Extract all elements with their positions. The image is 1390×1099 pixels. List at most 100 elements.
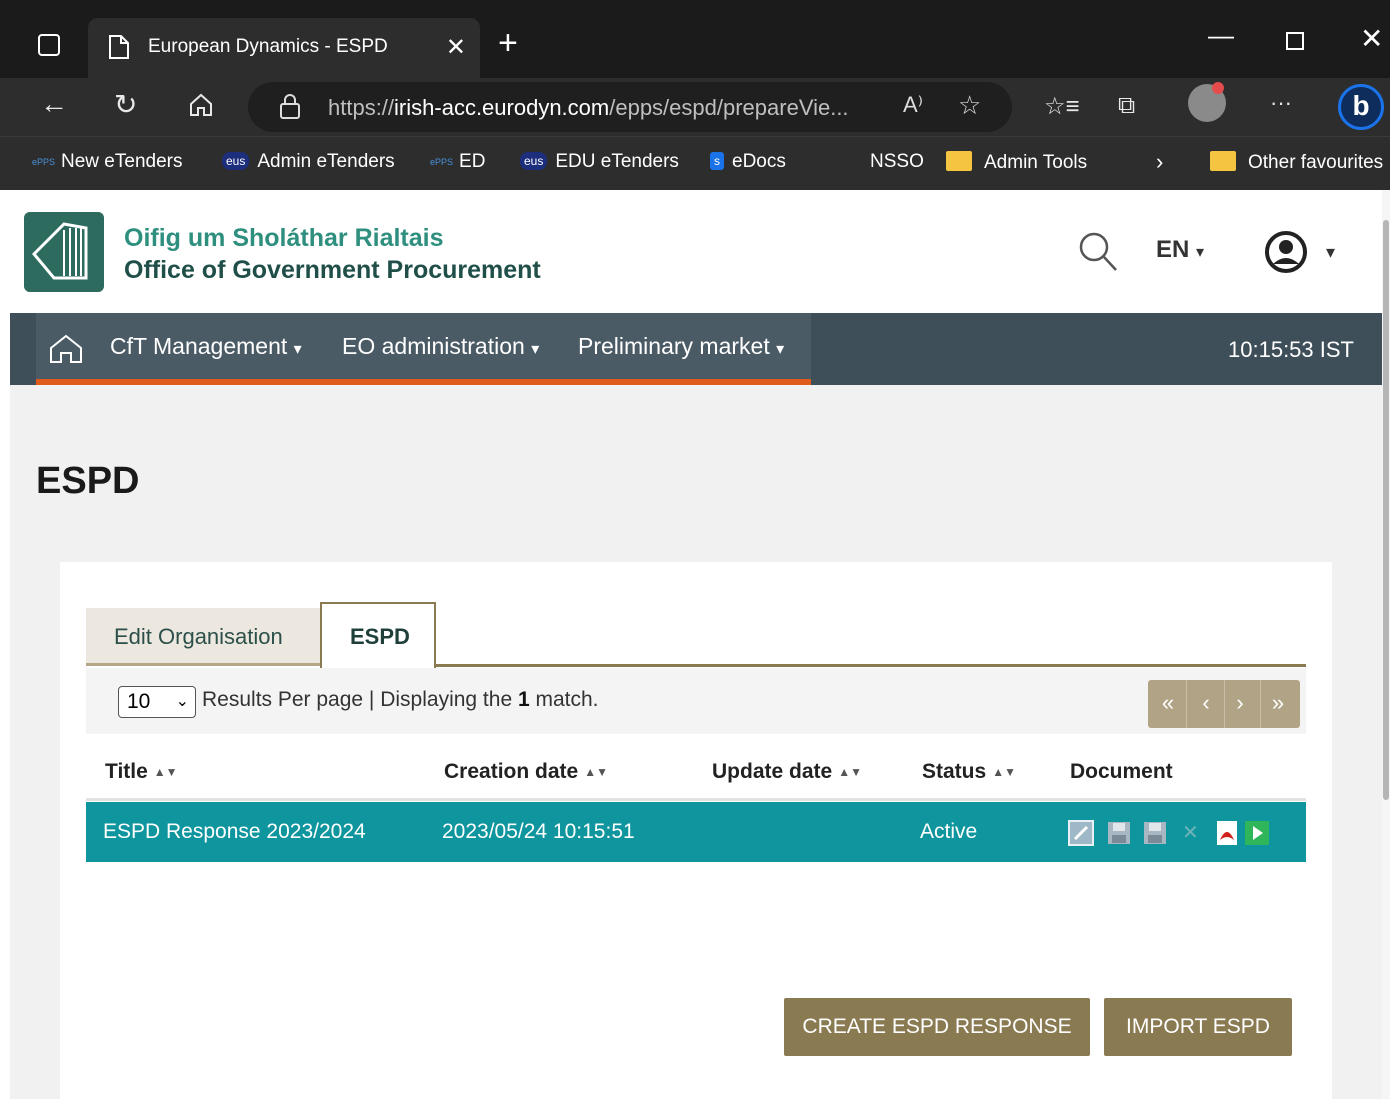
- url-text[interactable]: https://irish-acc.eurodyn.com/epps/espd/…: [328, 95, 849, 121]
- column-label: Title: [105, 760, 148, 783]
- nav-label: Preliminary market: [578, 333, 770, 359]
- edit-icon[interactable]: [1068, 820, 1094, 846]
- home-icon[interactable]: [48, 333, 84, 365]
- maximize-icon[interactable]: [1286, 32, 1304, 50]
- favourites-icon[interactable]: ☆≡: [1044, 92, 1080, 121]
- browser-chrome: European Dynamics - ESPD ✕ + — ✕ ← ↻ htt…: [0, 0, 1390, 190]
- scrollbar-thumb[interactable]: [1383, 220, 1389, 800]
- main-navbar: CfT Management ▾ EO administration ▾ Pre…: [10, 313, 1382, 385]
- harp-logo-icon[interactable]: [24, 212, 104, 292]
- create-espd-response-button[interactable]: CREATE ESPD RESPONSE: [784, 998, 1090, 1056]
- url-path: /epps/espd/prepareVie...: [609, 95, 849, 120]
- fav-new-etenders[interactable]: ePPS New eTenders: [32, 151, 182, 173]
- fav-edu-etenders[interactable]: eus EDU eTenders: [520, 151, 679, 173]
- page-icon: [109, 35, 129, 59]
- delete-icon[interactable]: ✕: [1182, 820, 1208, 846]
- nav-eo-administration[interactable]: EO administration ▾: [342, 333, 539, 360]
- fav-other-favourites[interactable]: Other favourites: [1210, 151, 1383, 174]
- tab-actions-icon[interactable]: [38, 34, 60, 56]
- import-espd-button[interactable]: IMPORT ESPD: [1104, 998, 1292, 1056]
- fav-label: ED: [459, 151, 486, 172]
- next-page-button[interactable]: ›: [1224, 690, 1256, 716]
- tab-edit-organisation[interactable]: Edit Organisation: [86, 608, 320, 666]
- sort-icon[interactable]: ▲▼: [154, 765, 178, 779]
- server-time: 10:15:53 IST: [1228, 337, 1354, 362]
- per-page-value: 10: [127, 690, 151, 713]
- tab-espd[interactable]: ESPD: [320, 602, 436, 668]
- pager-divider: [1186, 680, 1187, 728]
- results-prefix: Results Per page | Displaying the: [202, 688, 513, 711]
- edocs-icon: s: [710, 152, 724, 170]
- fav-label: Admin Tools: [984, 152, 1088, 173]
- browser-tab[interactable]: European Dynamics - ESPD ✕: [88, 18, 480, 78]
- tab-label: ESPD: [350, 624, 410, 649]
- address-bar[interactable]: https://irish-acc.eurodyn.com/epps/espd/…: [248, 82, 1012, 132]
- fav-ed[interactable]: ePPS ED: [430, 151, 485, 173]
- bing-icon[interactable]: b: [1338, 84, 1384, 130]
- search-icon[interactable]: [1078, 230, 1118, 274]
- save-icon[interactable]: [1106, 820, 1132, 846]
- back-icon[interactable]: ←: [40, 88, 68, 120]
- tab-underline: [436, 664, 1306, 667]
- results-per-page-select[interactable]: 10 ⌄: [118, 686, 196, 718]
- more-icon[interactable]: ···: [1270, 90, 1292, 116]
- collections-icon[interactable]: ⧉: [1118, 92, 1135, 120]
- minimize-icon[interactable]: —: [1208, 20, 1234, 51]
- results-suffix: match.: [535, 688, 599, 711]
- page-title: ESPD: [36, 460, 140, 502]
- table-row[interactable]: ESPD Response 2023/2024 2023/05/24 10:15…: [86, 802, 1306, 862]
- pager-divider: [1260, 680, 1261, 728]
- column-header-title[interactable]: Title ▲▼: [105, 760, 178, 784]
- fav-admin-tools[interactable]: Admin Tools: [946, 151, 1087, 174]
- column-label: Update date: [712, 760, 833, 783]
- chevron-down-icon: ▾: [531, 341, 540, 358]
- browser-toolbar: ← ↻ https://irish-acc.eurodyn.com/epps/e…: [0, 78, 1390, 136]
- play-icon[interactable]: [1244, 820, 1270, 846]
- refresh-icon[interactable]: ↻: [114, 88, 137, 121]
- results-count: 1: [517, 688, 530, 711]
- chevron-down-icon: ▾: [293, 341, 302, 358]
- fav-label: Admin eTenders: [257, 151, 395, 172]
- browser-titlebar: European Dynamics - ESPD ✕ + — ✕: [0, 0, 1390, 78]
- last-page-button[interactable]: »: [1262, 690, 1294, 716]
- new-tab-icon[interactable]: +: [498, 24, 518, 63]
- sort-icon[interactable]: ▲▼: [992, 765, 1016, 779]
- save-as-icon[interactable]: [1142, 820, 1168, 846]
- read-aloud-icon[interactable]: A⁾: [903, 92, 923, 118]
- nav-cft-management[interactable]: CfT Management ▾: [110, 333, 302, 360]
- chevron-down-icon: ▾: [1196, 244, 1205, 261]
- epps-icon: ePPS: [32, 156, 56, 167]
- fav-label: New eTenders: [61, 151, 183, 172]
- column-header-creation-date[interactable]: Creation date ▲▼: [444, 760, 608, 784]
- fav-label: EDU eTenders: [555, 151, 679, 172]
- fav-label: NSSO: [870, 151, 924, 172]
- fav-edocs[interactable]: s eDocs: [710, 151, 786, 173]
- sort-icon[interactable]: ▲▼: [584, 765, 608, 779]
- fav-label: eDocs: [732, 151, 786, 172]
- cell-title: ESPD Response 2023/2024: [103, 820, 366, 843]
- results-summary: Results Per page | Displaying the 1 matc…: [202, 688, 599, 712]
- prev-page-button[interactable]: ‹: [1190, 690, 1222, 716]
- eus-icon: eus: [222, 152, 250, 170]
- user-icon[interactable]: [1264, 230, 1308, 274]
- more-favourites-icon[interactable]: ›: [1156, 149, 1163, 175]
- add-favourite-icon[interactable]: ☆: [958, 90, 981, 121]
- sort-icon[interactable]: ▲▼: [838, 765, 862, 779]
- close-tab-icon[interactable]: ✕: [446, 33, 466, 62]
- column-header-update-date[interactable]: Update date ▲▼: [712, 760, 862, 784]
- nav-preliminary-market[interactable]: Preliminary market ▾: [578, 333, 784, 360]
- language-selector[interactable]: EN ▾: [1156, 236, 1204, 264]
- fav-nsso[interactable]: NSSO: [870, 151, 924, 173]
- user-menu-chevron-icon[interactable]: ▾: [1326, 242, 1335, 263]
- close-window-icon[interactable]: ✕: [1360, 22, 1383, 55]
- results-bar: 10 ⌄ Results Per page | Displaying the 1 …: [86, 668, 1306, 734]
- cell-creation-date: 2023/05/24 10:15:51: [442, 820, 635, 843]
- column-header-status[interactable]: Status ▲▼: [922, 760, 1016, 784]
- column-label: Status: [922, 760, 987, 783]
- fav-admin-etenders[interactable]: eus Admin eTenders: [222, 151, 395, 173]
- url-prefix: https://: [328, 95, 395, 120]
- pdf-icon[interactable]: [1214, 820, 1240, 846]
- lock-icon[interactable]: [278, 94, 302, 120]
- home-icon[interactable]: [188, 92, 214, 118]
- first-page-button[interactable]: «: [1152, 690, 1184, 716]
